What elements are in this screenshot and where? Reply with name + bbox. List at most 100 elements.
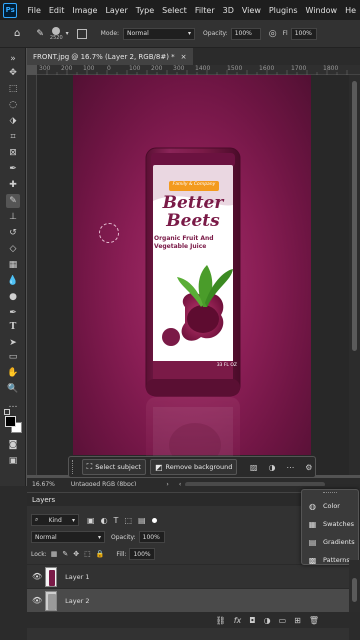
- eyedropper-tool-icon[interactable]: ✒: [6, 162, 20, 176]
- fill-field[interactable]: 100%: [129, 548, 156, 560]
- home-icon[interactable]: ⌂: [14, 28, 20, 39]
- layers-scrollbar[interactable]: [349, 560, 360, 612]
- flow-field[interactable]: 100%: [290, 27, 317, 40]
- menu-help[interactable]: He: [341, 6, 360, 15]
- quick-mask-icon[interactable]: ◙: [6, 438, 20, 452]
- menu-select[interactable]: Select: [158, 6, 191, 15]
- lasso-tool-icon[interactable]: ◌: [6, 98, 20, 112]
- canvas[interactable]: Family & Company Better Beets Organic Fr…: [37, 75, 349, 475]
- brush-preset-picker[interactable]: 2520: [50, 26, 63, 41]
- layer-style-icon[interactable]: fx: [234, 616, 242, 625]
- screen-mode-icon[interactable]: ▣: [6, 454, 20, 468]
- layer-name[interactable]: Layer 1: [65, 573, 89, 581]
- menu-3d[interactable]: 3D: [219, 6, 238, 15]
- select-subject-button[interactable]: ⛶ Select subject: [81, 459, 146, 475]
- layers-tab[interactable]: Layers: [32, 496, 55, 504]
- popup-handle[interactable]: [302, 490, 358, 496]
- add-mask-icon[interactable]: ◘: [249, 616, 255, 625]
- lock-artboard-icon[interactable]: ⬚: [84, 550, 91, 558]
- gradients-panel-item[interactable]: ▤ Gradients: [302, 534, 358, 550]
- layer-row-selected[interactable]: 👁 Layer 2: [27, 588, 349, 612]
- blur-tool-icon[interactable]: 💧: [6, 274, 20, 288]
- adjustment-layer-icon[interactable]: ◑: [264, 616, 271, 625]
- move-tool-icon[interactable]: ✥: [6, 66, 20, 80]
- menu-window[interactable]: Window: [302, 6, 342, 15]
- chevron-down-icon[interactable]: ▾: [66, 30, 69, 37]
- swatches-panel-item[interactable]: ▦ Swatches: [302, 516, 358, 532]
- frame-tool-icon[interactable]: ⊠: [6, 146, 20, 160]
- color-panel-item[interactable]: ◍ Color: [302, 498, 358, 514]
- image-adjust-icon[interactable]: ▨: [247, 460, 259, 474]
- default-colors-icon[interactable]: [4, 409, 10, 415]
- pen-tool-icon[interactable]: ✒: [6, 306, 20, 320]
- remove-background-button[interactable]: ◩ Remove background: [149, 459, 238, 475]
- filter-smart-object-icon[interactable]: ▤: [138, 516, 146, 525]
- adjustment-icon[interactable]: ◑: [266, 460, 278, 474]
- document-tab[interactable]: FRONT.jpg @ 16.7% (Layer 2, RGB/8#) * ×: [27, 48, 193, 65]
- filter-shape-icon[interactable]: ⬚: [124, 516, 132, 525]
- menu-view[interactable]: View: [238, 6, 265, 15]
- new-layer-icon[interactable]: ⊞: [294, 616, 301, 625]
- filter-toggle-icon[interactable]: [151, 517, 157, 523]
- drag-handle-icon[interactable]: [72, 460, 76, 474]
- remove-background-icon: ◩: [154, 462, 163, 472]
- layer-row[interactable]: 👁 Layer 1: [27, 564, 349, 588]
- flow-label: Fl: [282, 30, 288, 37]
- eye-icon[interactable]: 👁: [32, 572, 42, 581]
- lock-transparent-icon[interactable]: ▦: [51, 550, 58, 558]
- brush-settings-icon[interactable]: [76, 28, 87, 39]
- foreground-color-swatch[interactable]: [5, 416, 16, 427]
- mode-select[interactable]: Normal ▾: [123, 27, 196, 40]
- rectangle-tool-icon[interactable]: ▭: [6, 350, 20, 364]
- menu-layer[interactable]: Layer: [101, 6, 131, 15]
- vertical-scrollbar[interactable]: [349, 75, 360, 475]
- lock-image-icon[interactable]: ✎: [62, 550, 68, 558]
- scrollbar-thumb[interactable]: [352, 81, 357, 351]
- marquee-tool-icon[interactable]: ⬚: [6, 82, 20, 96]
- path-selection-tool-icon[interactable]: ➤: [6, 336, 20, 350]
- dodge-tool-icon[interactable]: ●: [6, 290, 20, 304]
- layer-filter-kind[interactable]: ⌕ Kind ▾: [31, 514, 79, 526]
- type-tool-icon[interactable]: T: [6, 320, 20, 334]
- zoom-tool-icon[interactable]: 🔍: [6, 382, 20, 396]
- menu-image[interactable]: Image: [68, 6, 101, 15]
- close-icon[interactable]: ×: [181, 53, 187, 61]
- delete-layer-icon[interactable]: 🗑: [309, 616, 319, 625]
- brush-tool-icon[interactable]: ✎: [6, 194, 20, 208]
- photoshop-logo[interactable]: Ps: [3, 2, 18, 18]
- layers-scrollbar-thumb[interactable]: [352, 578, 357, 602]
- hand-tool-icon[interactable]: ✋: [6, 366, 20, 380]
- menu-edit[interactable]: Edit: [45, 6, 69, 15]
- menu-plugins[interactable]: Plugins: [265, 6, 302, 15]
- settings-icon[interactable]: ⚙: [303, 460, 315, 474]
- swatches-panel-label: Swatches: [323, 520, 355, 528]
- new-group-icon[interactable]: ▭: [279, 616, 287, 625]
- ruler-label: 1600: [259, 65, 275, 72]
- blend-mode-select[interactable]: Normal ▾: [31, 531, 105, 543]
- filter-type-icon[interactable]: T: [114, 516, 119, 525]
- menu-type[interactable]: Type: [132, 6, 158, 15]
- history-brush-tool-icon[interactable]: ↺: [6, 226, 20, 240]
- opacity-field[interactable]: 100%: [230, 27, 261, 40]
- clone-stamp-tool-icon[interactable]: ⊥: [6, 210, 20, 224]
- healing-brush-tool-icon[interactable]: ✚: [6, 178, 20, 192]
- lock-position-icon[interactable]: ✥: [73, 550, 79, 558]
- menu-bar: Ps File Edit Image Layer Type Select Fil…: [0, 0, 360, 20]
- menu-file[interactable]: File: [23, 6, 44, 15]
- lock-all-icon[interactable]: 🔒: [96, 550, 105, 558]
- crop-tool-icon[interactable]: ⌗: [6, 130, 20, 144]
- pressure-opacity-icon[interactable]: ◎: [269, 29, 277, 39]
- layer-name[interactable]: Layer 2: [65, 597, 89, 605]
- gradient-tool-icon[interactable]: ▦: [6, 258, 20, 272]
- eye-icon[interactable]: 👁: [32, 596, 42, 605]
- filter-adjustment-icon[interactable]: ◐: [101, 516, 108, 525]
- menu-filter[interactable]: Filter: [191, 6, 219, 15]
- more-options-icon[interactable]: ⋯: [284, 460, 296, 474]
- eraser-tool-icon[interactable]: ◇: [6, 242, 20, 256]
- object-selection-tool-icon[interactable]: ⬗: [6, 114, 20, 128]
- link-layers-icon[interactable]: ⛓: [216, 616, 226, 625]
- collapse-icon[interactable]: »: [6, 52, 20, 66]
- layer-opacity-field[interactable]: 100%: [138, 531, 165, 543]
- filter-pixel-icon[interactable]: ▣: [87, 516, 95, 525]
- brush-tool-icon[interactable]: ✎: [36, 29, 44, 39]
